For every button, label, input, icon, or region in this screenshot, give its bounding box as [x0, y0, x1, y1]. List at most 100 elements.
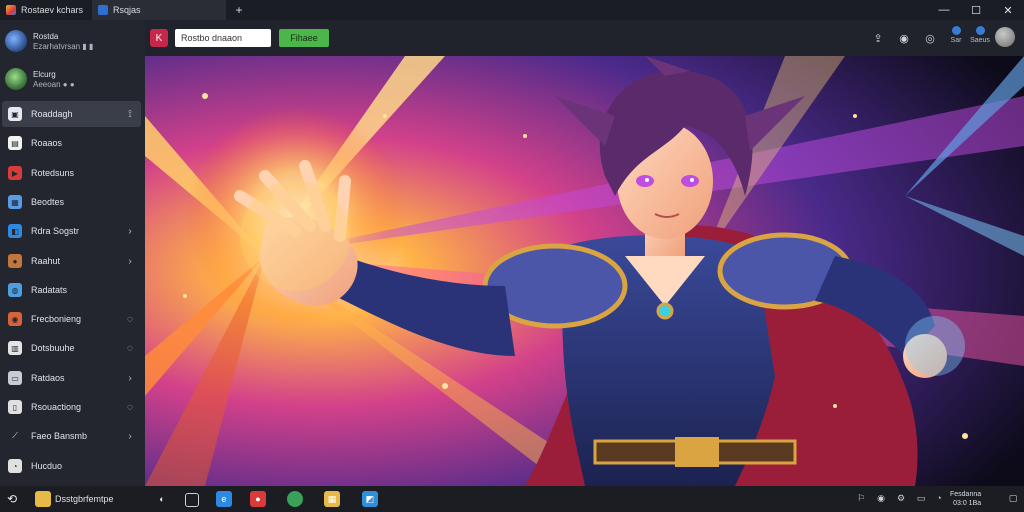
sidebar-item[interactable]: ◉ Frecbonieng ◌: [2, 306, 141, 332]
sidebar-item-icon: ▯: [8, 400, 22, 414]
sidebar-item-icon: ◉: [8, 312, 22, 326]
settings-tray-icon[interactable]: ⚙: [895, 493, 907, 505]
sidebar-item[interactable]: ▶ Rotedsuns: [2, 160, 141, 186]
sidebar-item[interactable]: ◍ Radatats: [2, 277, 141, 303]
clock-time: 03:0 1Ba: [953, 500, 982, 507]
mini-label: Sar: [950, 37, 962, 44]
chevron-right-icon: ◌: [127, 401, 133, 413]
mini-label: Saeus: [970, 37, 990, 44]
notification-center-icon[interactable]: ▢: [1006, 493, 1020, 505]
store-icon[interactable]: ▦: [324, 491, 340, 507]
chevron-right-icon: ◌: [127, 342, 133, 354]
media-app-icon[interactable]: ●: [250, 491, 266, 507]
app-logo-icon: [6, 5, 16, 15]
taskbar: ⟲ Dsstgbrfemtpe ◐ e ● ▦ ◩ ⚐ ◉ ⚙ ▭ ◔ Fesd…: [0, 486, 1024, 512]
title-bar: Rostaev kchars Rsqjas + — ☐ ✕: [0, 0, 1024, 20]
photos-app-icon[interactable]: ◩: [362, 491, 378, 507]
sidebar-item-label: Roaaos: [31, 138, 63, 148]
folder-icon[interactable]: [35, 491, 51, 507]
maps-app-icon[interactable]: [287, 491, 303, 507]
share-icon[interactable]: ⇪: [870, 30, 886, 46]
tab-label: Rostaev kchars: [21, 5, 84, 15]
sidebar-item-icon: ⟋: [8, 429, 22, 443]
chevron-right-icon: ›: [128, 430, 132, 442]
sidebar-item-label: Raahut: [31, 256, 61, 266]
chevron-right-icon: ⟟: [128, 108, 132, 120]
edge-browser-icon[interactable]: e: [216, 491, 232, 507]
sidebar-item[interactable]: ◔ Hucduo: [2, 453, 141, 479]
sidebar-item-label: Rotedsuns: [31, 168, 75, 178]
sidebar-item-label: Radatats: [31, 285, 68, 295]
sidebar-item[interactable]: ▯ Rsouactiong ◌: [2, 394, 141, 420]
sidebar: Rostda Ezarhatvrsan ▮ ▮ Elcurg Aeeoan ● …: [0, 20, 145, 502]
sidebar-item-label: Hucduo: [31, 461, 63, 471]
sidebar-item-icon: ▭: [8, 371, 22, 385]
user-avatar[interactable]: [995, 27, 1015, 47]
sidebar-item-icon: ▣: [8, 107, 22, 121]
system-clock[interactable]: Fesdanna 03:0 1Ba: [950, 490, 981, 508]
sidebar-item-label: Dotsbuuhe: [31, 343, 75, 353]
sidebar-item-label: Beodtes: [31, 197, 65, 207]
chevron-right-icon: ◌: [127, 313, 133, 325]
profile-name: Elcurg: [33, 70, 56, 79]
notification-item[interactable]: Sar: [945, 26, 967, 45]
close-button[interactable]: ✕: [992, 0, 1024, 20]
profile-card[interactable]: Rostda Ezarhatvrsan ▮ ▮: [0, 26, 145, 56]
avatar: [5, 68, 27, 90]
avatar: [5, 30, 27, 52]
sidebar-item-label: Ratdaos: [31, 373, 65, 383]
wallpaper-image: [145, 56, 1024, 486]
eye-icon[interactable]: ◉: [896, 30, 912, 46]
minimize-button[interactable]: —: [928, 0, 960, 20]
anime-hero-artwork: [145, 56, 1024, 486]
notification-item[interactable]: Saeus: [969, 26, 991, 45]
search-input[interactable]: Rostbo dnaaon: [175, 29, 271, 47]
taskbar-active-label: Dsstgbrfemtpe: [55, 494, 114, 504]
sidebar-item-icon: ▦: [8, 195, 22, 209]
sidebar-item-icon: ▤: [8, 136, 22, 150]
page-favicon-icon: [98, 5, 108, 15]
sidebar-item-label: Faeo Bansmb: [31, 431, 88, 441]
browser-tab[interactable]: Rostaev kchars: [0, 0, 92, 20]
sidebar-item-label: Rsouactiong: [31, 402, 82, 412]
battery-icon[interactable]: ▭: [915, 493, 927, 505]
window-icon[interactable]: [185, 493, 199, 507]
back-icon[interactable]: ⟲: [4, 491, 20, 507]
sidebar-item[interactable]: ▣ Roaddagh ⟟: [2, 101, 141, 127]
close-icon: ✕: [1003, 4, 1013, 17]
eye-tray-icon[interactable]: ◉: [875, 493, 887, 505]
network-icon[interactable]: ⚐: [855, 493, 867, 505]
chevron-right-icon: ›: [128, 255, 132, 267]
clock-date: Fesdanna: [950, 491, 982, 498]
browser-tab-active[interactable]: Rsqjas: [92, 0, 226, 20]
profile-subtitle: Ezarhatvrsan ▮ ▮: [33, 42, 94, 51]
record-icon[interactable]: ◎: [922, 30, 938, 46]
sidebar-item[interactable]: ▤ Roaaos: [2, 130, 141, 156]
maximize-button[interactable]: ☐: [960, 0, 992, 20]
plus-icon: +: [235, 3, 243, 17]
new-tab-button[interactable]: +: [228, 0, 250, 20]
sidebar-item[interactable]: ◧ Rdra Sogstr ›: [2, 218, 141, 244]
volume-icon[interactable]: ◔: [933, 493, 945, 505]
sidebar-item[interactable]: ● Raahut ›: [2, 248, 141, 274]
sidebar-item[interactable]: ▥ Dotsbuuhe ◌: [2, 335, 141, 361]
tab-label: Rsqjas: [113, 5, 141, 15]
brand-logo-icon[interactable]: K: [150, 29, 168, 47]
search-button[interactable]: Fihaee: [279, 29, 329, 47]
sidebar-item-icon: ◔: [8, 459, 22, 473]
sidebar-item[interactable]: ▦ Beodtes: [2, 189, 141, 215]
sidebar-item[interactable]: ⟋ Faeo Bansmb ›: [2, 423, 141, 449]
sidebar-item-label: Rdra Sogstr: [31, 226, 80, 236]
maximize-icon: ☐: [971, 4, 981, 17]
sidebar-item-icon: ▶: [8, 166, 22, 180]
chevron-right-icon: ›: [128, 225, 132, 237]
profile-subtitle: Aeeoan ● ●: [33, 80, 75, 89]
profile-card[interactable]: Elcurg Aeeoan ● ●: [0, 64, 145, 94]
minimize-icon: —: [938, 4, 950, 16]
task-view-icon[interactable]: ◐: [154, 491, 170, 507]
toolbar: K Rostbo dnaaon Fihaee ⇪ ◉ ◎ Sar Saeus: [145, 20, 1024, 56]
status-dot-icon: [951, 26, 961, 35]
profile-name: Rostda: [33, 32, 59, 41]
sidebar-item-label: Roaddagh: [31, 109, 73, 119]
sidebar-item[interactable]: ▭ Ratdaos ›: [2, 365, 141, 391]
